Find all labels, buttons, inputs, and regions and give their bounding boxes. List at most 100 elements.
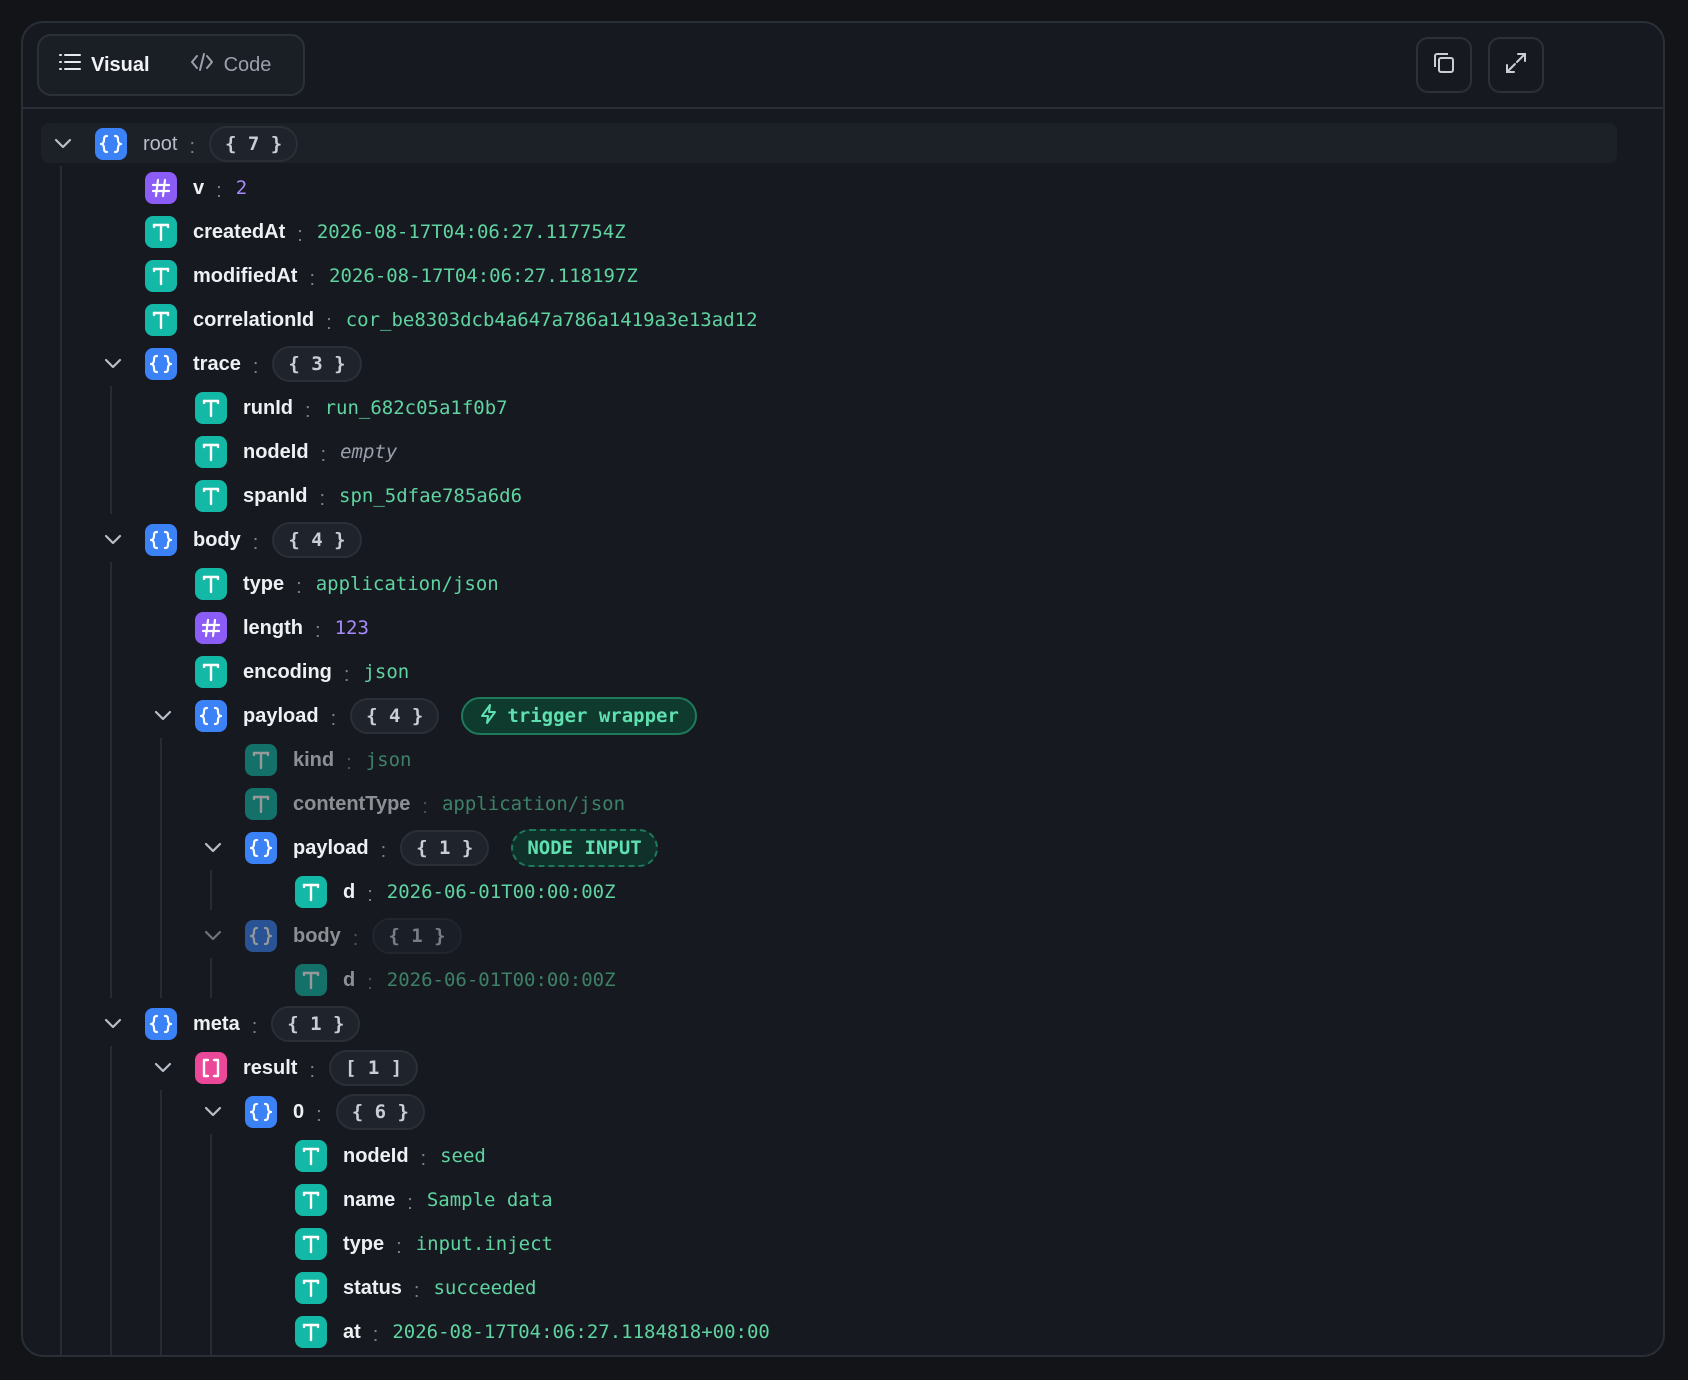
key-separator: : [346, 751, 352, 774]
tree-guide-line [110, 386, 112, 514]
key-separator: : [315, 619, 321, 642]
chevron-down-icon[interactable] [151, 1056, 175, 1080]
text-type-icon [295, 964, 327, 996]
node-key: type [343, 1232, 385, 1255]
child-count-badge: { 1 } [271, 1006, 361, 1042]
key-separator: : [367, 971, 373, 994]
tree-leaf-row: type: input.inject [295, 1222, 553, 1266]
braces-icon [145, 524, 177, 556]
text-type-icon [295, 1140, 327, 1172]
tab-visual[interactable]: Visual [39, 36, 170, 94]
tab-code[interactable]: Code [170, 36, 292, 94]
child-count-badge: { 1 } [372, 918, 462, 954]
node-value: json [365, 749, 412, 771]
key-separator: : [319, 487, 326, 510]
node-key: createdAt [193, 220, 286, 243]
tab-code-label: Code [223, 53, 272, 76]
node-value: Sample data [426, 1189, 553, 1211]
tree-node-row[interactable]: body: { 4 } [101, 518, 362, 562]
node-value: 2026-08-17T04:06:27.118197Z [329, 265, 638, 287]
view-mode-toggle: Visual Code [37, 34, 305, 96]
tree-node-row[interactable]: result: [ 1 ] [151, 1046, 419, 1090]
text-type-icon [145, 260, 177, 292]
text-type-icon [195, 436, 227, 468]
chevron-down-icon[interactable] [101, 352, 125, 376]
chevron-down-icon[interactable] [151, 704, 175, 728]
child-count-badge: { 4 } [272, 522, 362, 558]
tree-leaf-row: d:2026-06-01T00:00:00Z [295, 870, 616, 914]
node-key: correlationId [193, 308, 315, 331]
braces-icon [195, 700, 227, 732]
node-key: status [343, 1276, 402, 1299]
braces-icon [145, 348, 177, 380]
expand-icon [1503, 50, 1529, 81]
tree-guide-line [160, 738, 162, 998]
node-key: runId [243, 396, 293, 419]
braces-icon [245, 920, 277, 952]
tree-leaf-row: length:123 [195, 606, 369, 650]
key-separator: : [420, 1147, 427, 1170]
copy-button[interactable] [1416, 37, 1472, 93]
tree-node-row[interactable]: meta: { 1 } [101, 1002, 361, 1046]
node-key: encoding [243, 660, 332, 683]
key-separator: : [372, 1323, 379, 1346]
key-separator: : [309, 1059, 316, 1082]
key-separator: : [320, 443, 327, 466]
chevron-down-icon[interactable] [201, 924, 225, 948]
node-key: d [343, 968, 356, 991]
node-key: spanId [243, 484, 308, 507]
node-value: application/json [315, 573, 499, 595]
text-type-icon [195, 568, 227, 600]
key-separator: : [330, 707, 337, 730]
chevron-down-icon[interactable] [51, 132, 75, 156]
text-type-icon [295, 1272, 327, 1304]
expand-button[interactable] [1488, 37, 1544, 93]
chevron-down-icon[interactable] [201, 836, 225, 860]
child-count-badge: { 3 } [272, 346, 362, 382]
braces-icon [145, 1008, 177, 1040]
key-separator: : [309, 267, 315, 290]
hash-icon [195, 612, 227, 644]
tree-node-row[interactable]: root: { 7 } [51, 122, 299, 166]
chevron-down-icon[interactable] [201, 1100, 225, 1124]
tree-node-row[interactable]: payload: { 1 } NODE INPUT [201, 826, 658, 870]
tree-node-row[interactable]: payload: { 4 } trigger wrapper [151, 694, 697, 738]
node-key: nodeId [243, 440, 309, 463]
tree-node-row[interactable]: 0: { 6 } [201, 1090, 425, 1134]
key-separator: : [296, 575, 302, 598]
node-input-tag: NODE INPUT [511, 829, 658, 867]
node-value: application/json [441, 793, 626, 815]
tree-leaf-row: runId: run_682c05a1f0b7 [195, 386, 508, 430]
node-value: spn_5dfae785a6d6 [339, 485, 523, 507]
node-value: empty [340, 441, 398, 463]
node-key: contentType [293, 792, 411, 815]
tree-node-row[interactable]: trace: { 3 } [101, 342, 362, 386]
node-value: seed [440, 1145, 486, 1167]
node-key: nodeId [343, 1144, 409, 1167]
text-type-icon [195, 480, 227, 512]
tree-leaf-row: createdAt:2026-08-17T04:06:27.117754Z [145, 210, 626, 254]
child-count-badge: { 6 } [335, 1094, 425, 1130]
tree-guide-line [110, 562, 112, 998]
tree-guide-line [210, 870, 212, 910]
tree-leaf-row: modifiedAt:2026-08-17T04:06:27.118197Z [145, 254, 638, 298]
tree-guide-line [210, 958, 212, 998]
node-value: 123 [334, 617, 369, 639]
node-key: v [193, 176, 205, 199]
key-separator: : [189, 135, 196, 158]
node-key: d [343, 880, 356, 903]
text-type-icon [295, 1228, 327, 1260]
tag-label: trigger wrapper [507, 705, 679, 727]
chevron-down-icon[interactable] [101, 1012, 125, 1036]
tree-leaf-row: contentType: application/json [245, 782, 625, 826]
hash-icon [145, 172, 177, 204]
tree-leaf-row: nodeId: empty [195, 430, 397, 474]
node-key: body [293, 924, 341, 947]
key-separator: : [326, 311, 332, 334]
tree-guide-line [160, 1090, 162, 1355]
child-count-badge: { 4 } [350, 698, 440, 734]
chevron-down-icon[interactable] [101, 528, 125, 552]
node-key: at [343, 1320, 361, 1343]
list-icon [59, 52, 81, 78]
tree-node-row[interactable]: body: { 1 } [201, 914, 462, 958]
